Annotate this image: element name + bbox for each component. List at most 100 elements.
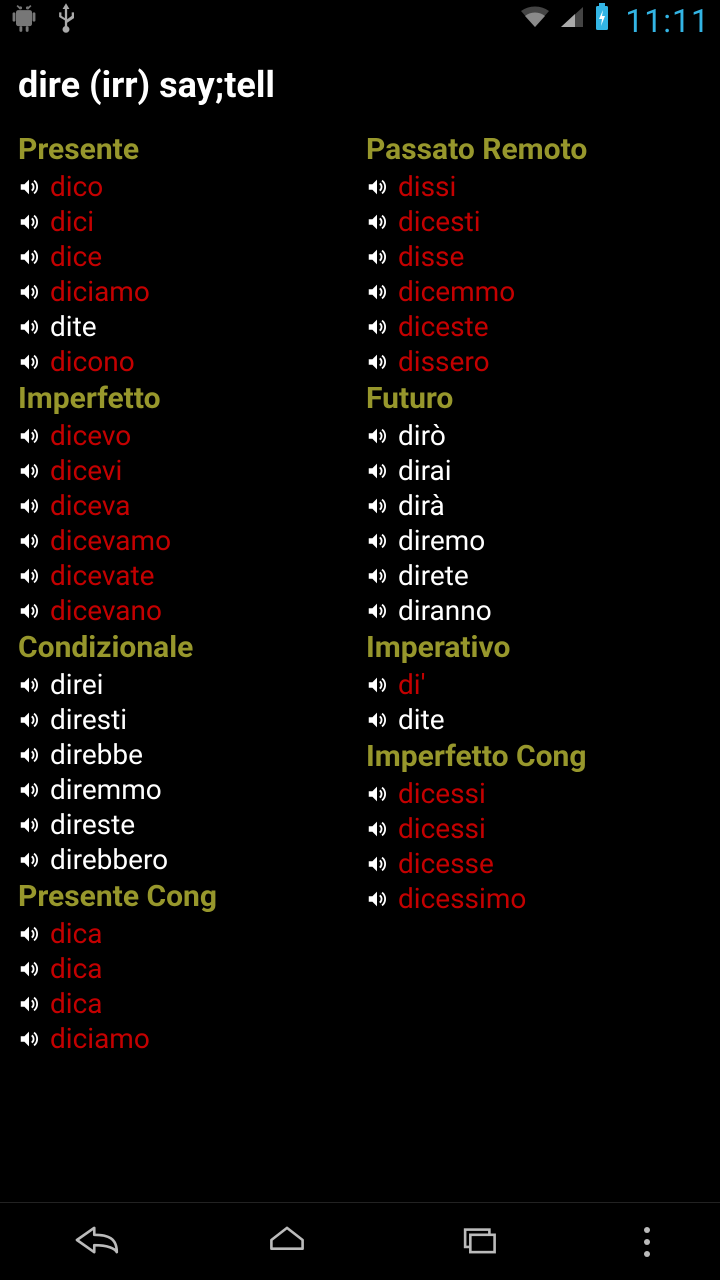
speaker-icon[interactable]: [18, 565, 40, 587]
speaker-icon[interactable]: [18, 495, 40, 517]
speaker-icon[interactable]: [366, 530, 388, 552]
conjugation-row[interactable]: dicono: [18, 344, 354, 379]
speaker-icon[interactable]: [18, 530, 40, 552]
recent-apps-button[interactable]: [453, 1220, 505, 1264]
speaker-icon[interactable]: [18, 814, 40, 836]
conjugation-word: dicesse: [398, 846, 494, 881]
speaker-icon[interactable]: [366, 888, 388, 910]
conjugation-row[interactable]: dicevamo: [18, 523, 354, 558]
speaker-icon[interactable]: [18, 674, 40, 696]
conjugation-row[interactable]: direi: [18, 667, 354, 702]
speaker-icon[interactable]: [18, 744, 40, 766]
speaker-icon[interactable]: [366, 351, 388, 373]
speaker-icon[interactable]: [18, 993, 40, 1015]
conjugation-row[interactable]: dice: [18, 239, 354, 274]
conjugation-row[interactable]: dica: [18, 916, 354, 951]
conjugation-row[interactable]: diresti: [18, 702, 354, 737]
conjugation-word: dica: [50, 916, 103, 951]
signal-icon: [559, 3, 585, 39]
conjugation-word: dicevate: [50, 558, 155, 593]
home-button[interactable]: [261, 1220, 313, 1264]
conjugation-row[interactable]: dicessi: [366, 776, 702, 811]
conjugation-row[interactable]: direte: [366, 558, 702, 593]
speaker-icon[interactable]: [366, 565, 388, 587]
speaker-icon[interactable]: [366, 674, 388, 696]
speaker-icon[interactable]: [18, 849, 40, 871]
speaker-icon[interactable]: [366, 600, 388, 622]
conjugation-row[interactable]: diremmo: [18, 772, 354, 807]
tense-block: Presente Congdicadicadicadiciamo: [18, 879, 354, 1056]
speaker-icon[interactable]: [366, 425, 388, 447]
speaker-icon[interactable]: [18, 246, 40, 268]
back-button[interactable]: [70, 1220, 122, 1264]
conjugation-row[interactable]: dirà: [366, 488, 702, 523]
speaker-icon[interactable]: [18, 176, 40, 198]
speaker-icon[interactable]: [366, 211, 388, 233]
conjugation-row[interactable]: direste: [18, 807, 354, 842]
conjugation-row[interactable]: dicessi: [366, 811, 702, 846]
speaker-icon[interactable]: [18, 958, 40, 980]
conjugation-row[interactable]: dicesse: [366, 846, 702, 881]
conjugation-word: dicessimo: [398, 881, 526, 916]
conjugation-row[interactable]: disse: [366, 239, 702, 274]
speaker-icon[interactable]: [18, 923, 40, 945]
speaker-icon[interactable]: [366, 460, 388, 482]
speaker-icon[interactable]: [18, 779, 40, 801]
conjugation-row[interactable]: dica: [18, 951, 354, 986]
speaker-icon[interactable]: [18, 600, 40, 622]
conjugation-row[interactable]: di': [366, 667, 702, 702]
conjugation-row[interactable]: diceva: [18, 488, 354, 523]
conjugation-row[interactable]: dirò: [366, 418, 702, 453]
conjugation-grid: PresentedicodicidicediciamoditediconoImp…: [0, 116, 720, 1058]
conjugation-row[interactable]: dite: [366, 702, 702, 737]
conjugation-row[interactable]: diceste: [366, 309, 702, 344]
conjugation-row[interactable]: dite: [18, 309, 354, 344]
speaker-icon[interactable]: [366, 176, 388, 198]
conjugation-row[interactable]: dicemmo: [366, 274, 702, 309]
speaker-icon[interactable]: [366, 316, 388, 338]
speaker-icon[interactable]: [366, 246, 388, 268]
speaker-icon[interactable]: [18, 460, 40, 482]
conjugation-row[interactable]: dicessimo: [366, 881, 702, 916]
speaker-icon[interactable]: [366, 281, 388, 303]
tense-block: Condizionaledireidirestidirebbediremmodi…: [18, 630, 354, 877]
conjugation-word: disse: [398, 239, 464, 274]
conjugation-row[interactable]: diciamo: [18, 274, 354, 309]
speaker-icon[interactable]: [366, 853, 388, 875]
conjugation-word: diceste: [398, 309, 489, 344]
speaker-icon[interactable]: [18, 351, 40, 373]
speaker-icon[interactable]: [366, 818, 388, 840]
speaker-icon[interactable]: [18, 281, 40, 303]
conjugation-row[interactable]: diremo: [366, 523, 702, 558]
speaker-icon[interactable]: [18, 425, 40, 447]
overflow-menu-button[interactable]: [644, 1227, 650, 1257]
battery-charging-icon: [593, 3, 611, 39]
speaker-icon[interactable]: [18, 211, 40, 233]
speaker-icon[interactable]: [18, 709, 40, 731]
conjugation-row[interactable]: dici: [18, 204, 354, 239]
conjugation-row[interactable]: direbbe: [18, 737, 354, 772]
conjugation-row[interactable]: dica: [18, 986, 354, 1021]
conjugation-row[interactable]: direbbero: [18, 842, 354, 877]
speaker-icon[interactable]: [366, 783, 388, 805]
android-debug-icon: [10, 1, 38, 41]
conjugation-row[interactable]: diciamo: [18, 1021, 354, 1056]
conjugation-row[interactable]: dissero: [366, 344, 702, 379]
tense-heading: Futuro: [366, 381, 702, 416]
conjugation-row[interactable]: dicesti: [366, 204, 702, 239]
conjugation-word: diceva: [50, 488, 131, 523]
conjugation-row[interactable]: dissi: [366, 169, 702, 204]
speaker-icon[interactable]: [18, 316, 40, 338]
conjugation-row[interactable]: diranno: [366, 593, 702, 628]
conjugation-row[interactable]: dicevano: [18, 593, 354, 628]
conjugation-row[interactable]: dico: [18, 169, 354, 204]
conjugation-row[interactable]: dicevo: [18, 418, 354, 453]
conjugation-row[interactable]: dirai: [366, 453, 702, 488]
tense-heading: Imperfetto Cong: [366, 739, 702, 774]
speaker-icon[interactable]: [366, 709, 388, 731]
speaker-icon[interactable]: [366, 495, 388, 517]
conjugation-row[interactable]: dicevi: [18, 453, 354, 488]
conjugation-word: dissero: [398, 344, 490, 379]
conjugation-row[interactable]: dicevate: [18, 558, 354, 593]
speaker-icon[interactable]: [18, 1028, 40, 1050]
